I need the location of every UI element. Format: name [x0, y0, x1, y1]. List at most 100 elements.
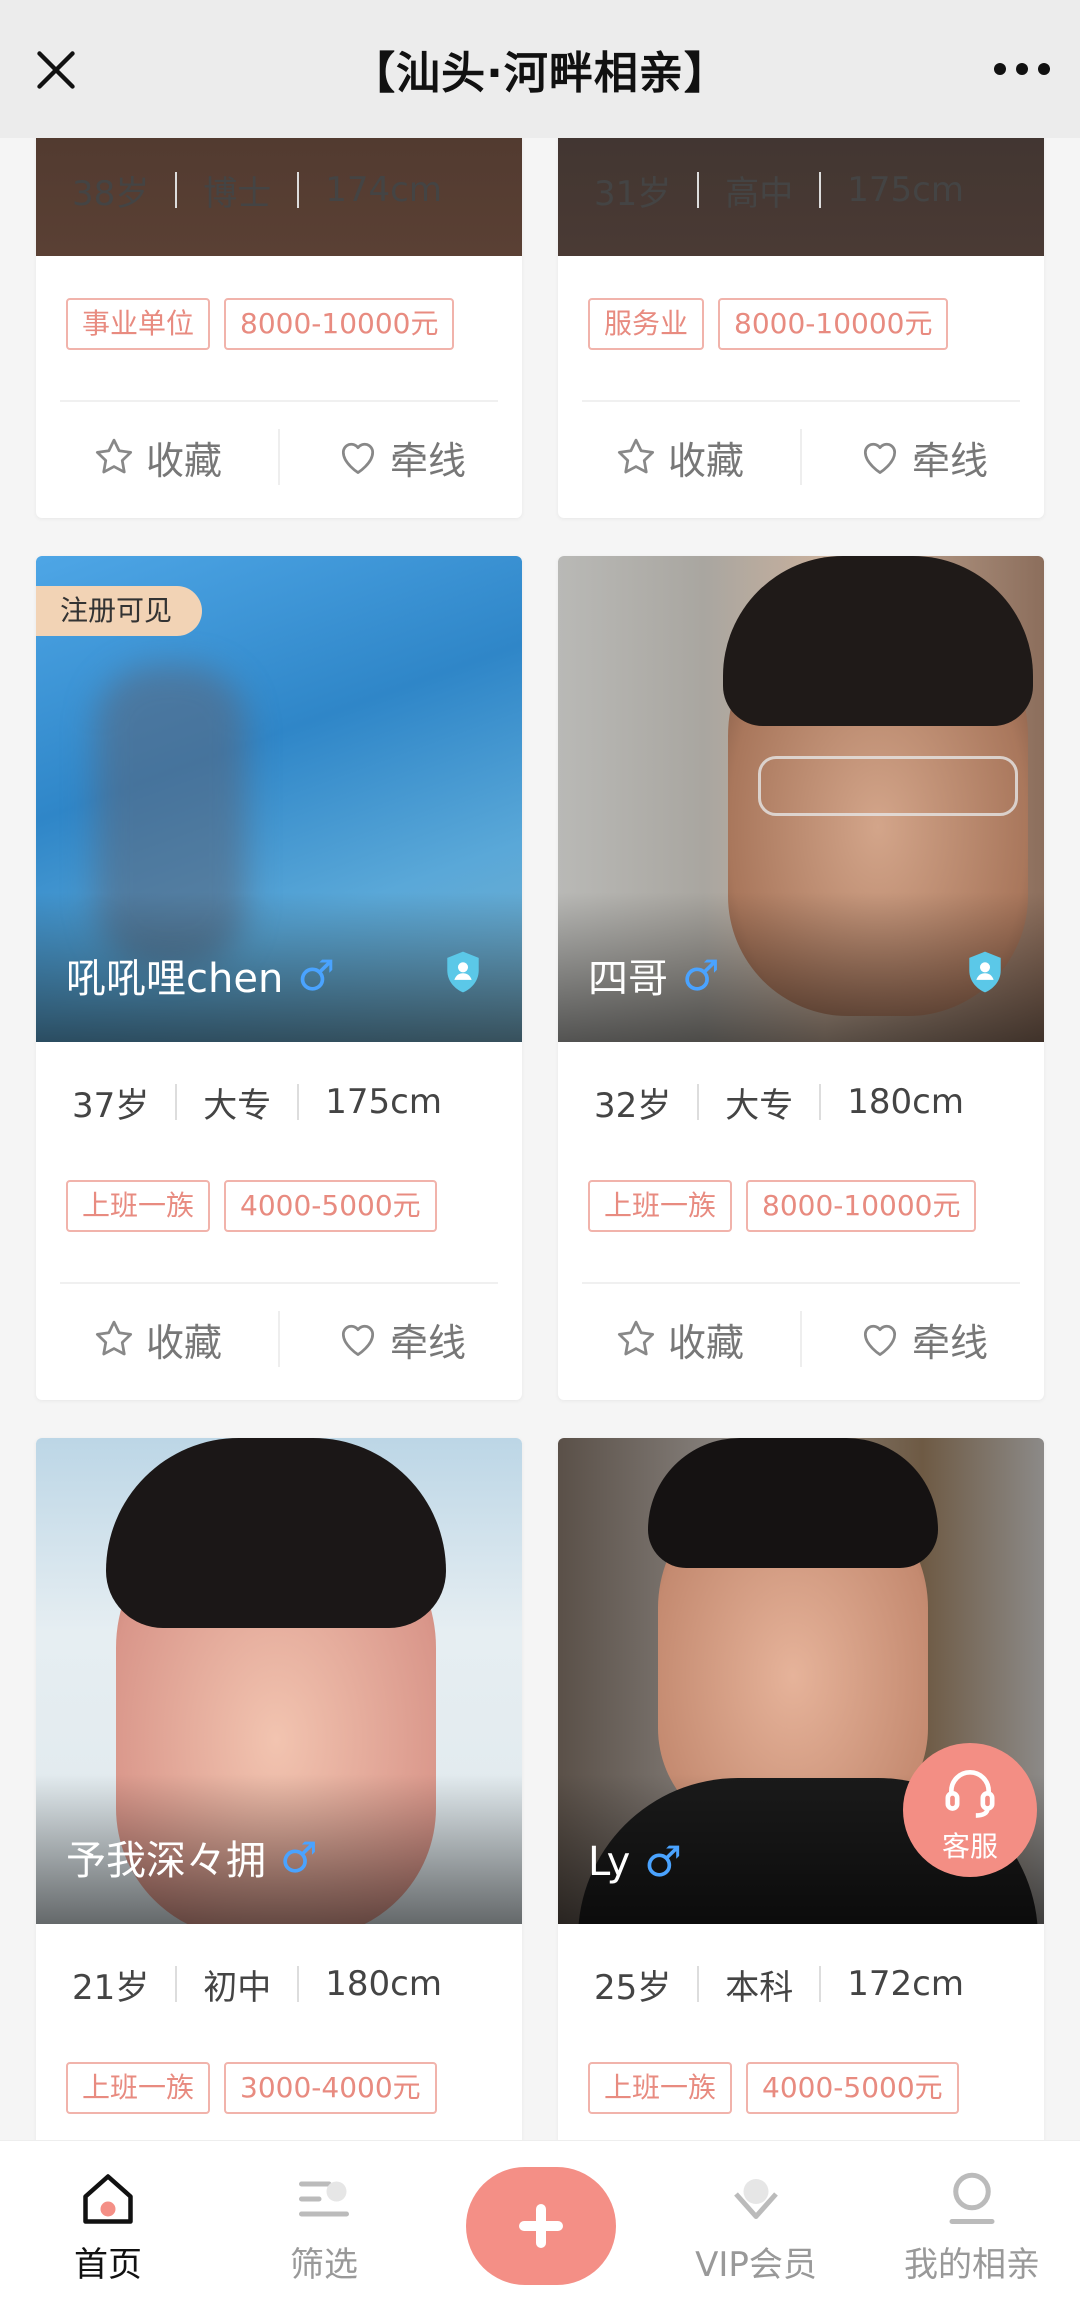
education: 博士	[203, 173, 272, 214]
income-tag: 4000-5000元	[224, 1180, 437, 1232]
age: 32岁	[594, 1085, 672, 1126]
profile-name-row: 吼吼哩chen ♂	[66, 946, 335, 1004]
star-icon	[617, 438, 655, 474]
profile-icon	[949, 2172, 995, 2224]
income-tag: 3000-4000元	[224, 2062, 437, 2114]
profile-name: 吼吼哩chen	[66, 956, 284, 1002]
income-tag: 8000-10000元	[718, 298, 949, 350]
male-icon: ♂	[682, 950, 720, 1000]
job-tag: 服务业	[588, 298, 705, 350]
profile-name-row: 予我深々拥 ♂	[66, 1828, 318, 1886]
height: 180cm	[325, 1964, 442, 2004]
hair-shape	[723, 556, 1033, 726]
profile-photo[interactable]: 四哥 ♂	[558, 556, 1044, 1042]
nav-profile[interactable]: 我的相亲	[864, 2141, 1080, 2300]
profile-card[interactable]: 四哥 ♂ 32岁 大专 180cm 上班一族 8000-10000元 收藏 牵线	[558, 556, 1044, 1400]
profile-name: Ly	[588, 1838, 631, 1885]
height: 175cm	[847, 170, 964, 210]
nav-home-label: 首页	[74, 2245, 142, 2285]
education: 大专	[725, 1085, 794, 1126]
job-tag: 上班一族	[588, 2062, 733, 2114]
profile-name: 予我深々拥	[66, 1838, 266, 1884]
nav-filter-label: 筛选	[290, 2245, 358, 2285]
favorite-label: 收藏	[667, 1320, 744, 1365]
job-tag: 上班一族	[66, 2062, 211, 2114]
nav-filter[interactable]: 筛选	[216, 2141, 432, 2300]
divider	[175, 1966, 178, 2002]
tag-list: 上班一族 8000-10000元	[588, 1180, 977, 1232]
dot	[1038, 63, 1050, 75]
heart-icon	[863, 442, 897, 474]
divider	[697, 1084, 700, 1120]
income-tag: 8000-10000元	[746, 1180, 977, 1232]
job-tag: 上班一族	[588, 1180, 733, 1232]
divider	[297, 1084, 300, 1120]
age: 31岁	[594, 173, 672, 214]
tag-list: 上班一族 4000-5000元	[588, 2062, 959, 2114]
match-button[interactable]: 牵线	[802, 430, 1044, 485]
income-tag: 4000-5000元	[746, 2062, 959, 2114]
match-button[interactable]: 牵线	[802, 1312, 1044, 1367]
height: 180cm	[847, 1082, 964, 1122]
customer-service-button[interactable]: 客服	[903, 1743, 1037, 1877]
tag-list: 上班一族 3000-4000元	[66, 2062, 437, 2114]
nav-home[interactable]: 首页	[0, 2141, 216, 2300]
match-label: 牵线	[911, 1320, 988, 1365]
nav-vip-label: VIP会员	[695, 2245, 817, 2285]
add-button[interactable]	[466, 2167, 616, 2285]
height: 172cm	[847, 1964, 964, 2004]
age: 38岁	[72, 173, 150, 214]
verified-shield-icon	[447, 951, 479, 993]
close-icon[interactable]	[34, 48, 78, 92]
verified-shield-icon	[969, 951, 1001, 993]
divider	[697, 1966, 700, 2002]
match-button[interactable]: 牵线	[280, 1312, 522, 1367]
profile-photo[interactable]: 予我深々拥 ♂	[36, 1438, 522, 1924]
profile-stats: 25岁 本科 172cm	[594, 1954, 964, 2014]
favorite-label: 收藏	[667, 438, 744, 483]
favorite-button[interactable]: 收藏	[558, 1312, 800, 1367]
height: 174cm	[325, 170, 442, 210]
divider	[297, 172, 300, 208]
top-bar: 【汕头·河畔相亲】	[0, 0, 1080, 138]
education: 高中	[725, 173, 794, 214]
dot	[994, 63, 1006, 75]
profile-photo[interactable]: 注册可见 吼吼哩chen ♂	[36, 556, 522, 1042]
profile-card[interactable]: 予我深々拥 ♂ 21岁 初中 180cm 上班一族 3000-4000元	[36, 1438, 522, 2198]
vip-icon	[734, 2179, 778, 2219]
register-visible-badge: 注册可见	[36, 586, 203, 636]
card-actions: 收藏 牵线	[558, 402, 1044, 512]
nav-vip[interactable]: VIP会员	[648, 2141, 864, 2300]
match-label: 牵线	[389, 438, 466, 483]
divider	[819, 1084, 822, 1120]
favorite-button[interactable]: 收藏	[36, 1312, 278, 1367]
favorite-button[interactable]: 收藏	[558, 430, 800, 485]
divider	[697, 172, 700, 208]
star-icon	[95, 1320, 133, 1356]
favorite-button[interactable]: 收藏	[36, 430, 278, 485]
match-label: 牵线	[389, 1320, 466, 1365]
income-tag: 8000-10000元	[224, 298, 455, 350]
male-icon: ♂	[297, 950, 335, 1000]
profile-stats: 32岁 大专 180cm	[594, 1072, 964, 1132]
profile-card[interactable]: 38岁 博士 174cm 事业单位 8000-10000元 收藏 牵线	[36, 110, 522, 518]
height: 175cm	[325, 1082, 442, 1122]
profile-card[interactable]: 注册可见 吼吼哩chen ♂ 37岁 大专 175cm 上班一族 4000-50…	[36, 556, 522, 1400]
page-title: 【汕头·河畔相亲】	[351, 48, 729, 99]
age: 37岁	[72, 1085, 150, 1126]
profile-stats: 38岁 博士 174cm	[72, 160, 442, 220]
profile-name-row: 四哥 ♂	[588, 946, 720, 1004]
job-tag: 事业单位	[66, 298, 211, 350]
home-icon	[83, 2174, 133, 2224]
match-button[interactable]: 牵线	[280, 430, 522, 485]
card-actions: 收藏 牵线	[36, 1284, 522, 1394]
education: 本科	[725, 1967, 794, 2008]
profile-card[interactable]: 31岁 高中 175cm 服务业 8000-10000元 收藏 牵线	[558, 110, 1044, 518]
match-label: 牵线	[911, 438, 988, 483]
favorite-label: 收藏	[145, 1320, 222, 1365]
job-tag: 上班一族	[66, 1180, 211, 1232]
more-menu-button[interactable]	[994, 54, 1050, 84]
tag-list: 事业单位 8000-10000元	[66, 298, 455, 350]
dot	[1016, 63, 1028, 75]
divider	[175, 1084, 178, 1120]
